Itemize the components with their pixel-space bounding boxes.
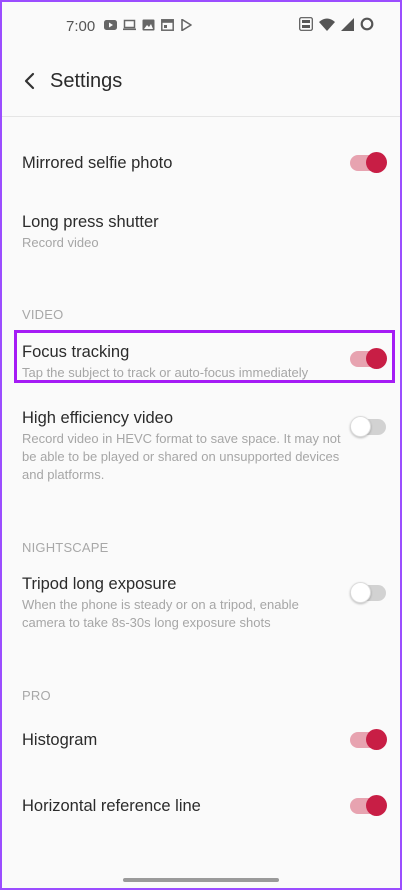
toggle-knob	[366, 348, 387, 369]
setting-long-press-shutter[interactable]: Long press shutter Record video	[22, 211, 382, 252]
setting-label: Histogram	[22, 731, 98, 749]
section-header-nightscape: NIGHTSCAPE	[22, 540, 109, 555]
status-time: 7:00	[66, 18, 96, 35]
chevron-left-icon	[24, 72, 35, 90]
tripod-long-exposure-toggle[interactable]	[350, 582, 386, 603]
laptop-icon	[123, 18, 136, 31]
setting-subtitle: When the phone is steady or on a tripod,…	[22, 597, 299, 630]
app-header: Settings	[0, 52, 402, 112]
setting-horizontal-reference-line[interactable]: Horizontal reference line	[22, 795, 382, 817]
notification-icons	[104, 18, 193, 32]
home-indicator[interactable]	[123, 878, 279, 882]
setting-label: High efficiency video	[22, 409, 174, 427]
histogram-toggle[interactable]	[350, 729, 387, 750]
calendar-icon	[161, 18, 174, 31]
section-header-pro: PRO	[22, 688, 51, 703]
section-header-video: VIDEO	[22, 307, 64, 322]
toggle-knob	[366, 795, 387, 816]
toggle-knob	[350, 582, 371, 603]
setting-label: Tripod long exposure	[22, 575, 177, 593]
back-button[interactable]	[18, 68, 42, 94]
battery-icon	[360, 17, 374, 36]
system-icons	[299, 17, 374, 36]
toggle-knob	[366, 729, 387, 750]
setting-subtitle: Tap the subject to track or auto-focus i…	[22, 365, 309, 380]
high-efficiency-video-toggle[interactable]	[350, 416, 386, 437]
focus-tracking-toggle[interactable]	[350, 348, 387, 369]
setting-label: Long press shutter	[22, 213, 159, 231]
toggle-knob	[350, 416, 371, 437]
setting-subtitle: Record video in HEVC format to save spac…	[22, 431, 341, 482]
signal-icon	[341, 17, 354, 36]
page-title: Settings	[50, 70, 123, 92]
setting-tripod-long-exposure[interactable]: Tripod long exposure When the phone is s…	[22, 573, 382, 632]
mirrored-selfie-toggle[interactable]	[350, 152, 387, 173]
setting-label: Mirrored selfie photo	[22, 154, 173, 172]
setting-subtitle: Record video	[22, 235, 99, 250]
setting-label: Focus tracking	[22, 343, 130, 361]
setting-mirrored-selfie[interactable]: Mirrored selfie photo	[22, 152, 382, 174]
header-divider	[0, 116, 402, 117]
image-icon	[142, 18, 155, 31]
youtube-icon	[104, 18, 117, 30]
play-store-icon	[180, 18, 193, 32]
volte-icon	[299, 17, 313, 36]
toggle-knob	[366, 152, 387, 173]
setting-histogram[interactable]: Histogram	[22, 729, 382, 751]
wifi-icon	[319, 18, 335, 36]
setting-high-efficiency-video[interactable]: High efficiency video Record video in HE…	[22, 407, 382, 484]
status-bar: 7:00	[0, 0, 402, 52]
setting-focus-tracking[interactable]: Focus tracking Tap the subject to track …	[22, 341, 382, 382]
setting-label: Horizontal reference line	[22, 797, 201, 815]
horizontal-reference-line-toggle[interactable]	[350, 795, 387, 816]
